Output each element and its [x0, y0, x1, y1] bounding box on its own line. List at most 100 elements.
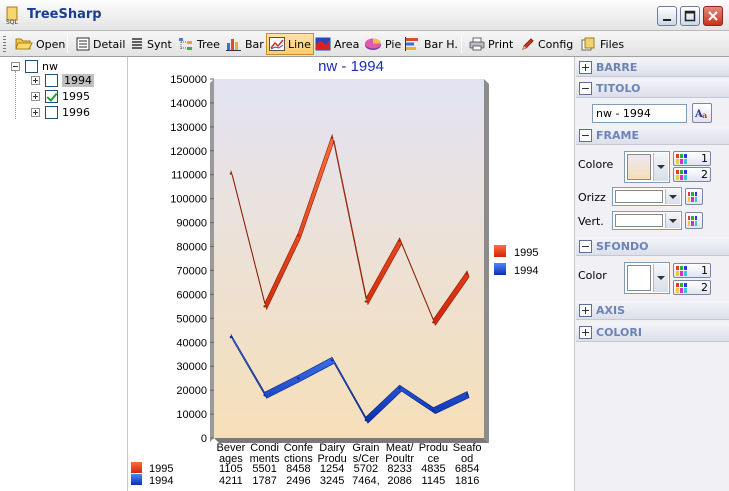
chart-title: nw - 1994 [318, 58, 384, 75]
data-table-swatch [131, 474, 142, 485]
color-label: Color [578, 269, 607, 282]
tree-node-1994[interactable]: 1994 [31, 73, 94, 88]
y-tick-label: 100000 [170, 194, 207, 206]
vertical-palette-button[interactable] [685, 212, 703, 229]
data-table-swatch [131, 462, 142, 473]
data-table-cell: 1816 [455, 475, 479, 487]
plot-area [214, 79, 484, 438]
legend-label: 1994 [514, 265, 538, 277]
y-tick-label: 20000 [176, 385, 207, 397]
open-button[interactable]: Open [12, 33, 68, 55]
palette-icon [676, 153, 687, 164]
tree-node-checkbox[interactable] [45, 74, 58, 87]
expand-icon[interactable] [31, 92, 40, 101]
colore-label: Colore [578, 158, 614, 171]
data-table-cell: 5501 [252, 463, 276, 475]
chevron-down-icon[interactable] [665, 213, 680, 228]
horizontal-bar-button[interactable]: Bar H. [402, 33, 461, 55]
x-axis: BeveragesCondimentsConfectionsDairyProdu… [217, 442, 482, 465]
close-button[interactable] [703, 6, 723, 26]
data-table-cell: 1254 [320, 463, 344, 475]
frame-color-1-button[interactable]: 1 [673, 151, 711, 166]
section-titolo[interactable]: TITOLO [576, 79, 729, 98]
tree-node-1995[interactable]: 1995 [31, 89, 90, 104]
data-table-series-label: 1995 [149, 463, 173, 475]
horizontal-color-combo[interactable] [612, 187, 682, 206]
series-point-1995 [465, 272, 469, 276]
series-point-1995 [229, 172, 233, 175]
chevron-down-icon[interactable] [653, 153, 668, 181]
frame-color-swatch [627, 154, 651, 180]
files-button[interactable]: Files [578, 33, 627, 55]
tree-root-checkbox[interactable] [25, 60, 38, 73]
line-chart-button[interactable]: Line [266, 33, 314, 55]
config-button[interactable]: Config [518, 33, 576, 55]
palette-icon [676, 265, 687, 276]
series-point-1994 [330, 359, 334, 362]
minimize-button[interactable] [657, 6, 677, 26]
maximize-button[interactable] [680, 6, 700, 26]
section-sfondo[interactable]: SFONDO [576, 237, 729, 256]
print-button[interactable]: Print [466, 33, 516, 55]
expand-icon[interactable] [579, 325, 592, 339]
tree-node-label: 1994 [62, 74, 94, 87]
data-table-cell: 8458 [286, 463, 310, 475]
expand-icon[interactable] [579, 60, 592, 74]
data-table-cell: 4835 [421, 463, 445, 475]
frame-color-2-button[interactable]: 2 [673, 167, 711, 182]
series-point-1994 [465, 393, 469, 396]
tree-button[interactable]: Tree [175, 33, 223, 55]
y-tick-label: 140000 [170, 98, 207, 110]
vertical-color-combo[interactable] [612, 211, 682, 230]
expand-icon[interactable] [31, 108, 40, 117]
background-color-combo[interactable] [624, 262, 670, 294]
section-colori[interactable]: COLORI [576, 323, 729, 342]
detail-button[interactable]: Detail [73, 33, 128, 55]
series-point-1994 [229, 336, 233, 339]
title-bar: SQL TreeSharp [0, 0, 729, 31]
expand-icon[interactable] [31, 76, 40, 85]
pie-chart-icon [365, 38, 381, 50]
data-table-cell: 1145 [422, 475, 446, 487]
vertical-color-swatch [615, 214, 663, 227]
tree-node-label: 1995 [62, 90, 90, 103]
data-table-cell: 4211 [219, 475, 243, 487]
tree-node-checkbox[interactable] [45, 90, 58, 103]
chevron-down-icon[interactable] [665, 189, 680, 204]
collapse-icon[interactable] [579, 128, 592, 142]
y-tick-label: 60000 [176, 289, 207, 301]
frame-color-combo[interactable] [624, 151, 670, 183]
font-button[interactable]: Aa [692, 103, 712, 123]
horizontal-palette-button[interactable] [685, 188, 703, 205]
section-axis[interactable]: AXIS [576, 301, 729, 320]
pencil-icon [522, 38, 534, 50]
area-chart-button[interactable]: Area [312, 33, 362, 55]
section-frame[interactable]: FRAME [576, 126, 729, 145]
collapse-icon[interactable] [11, 62, 20, 71]
chart-panel: nw - 1994 0 10000 20000 30000 40000 50000 6000… [129, 57, 574, 491]
bar-chart-button[interactable]: Bar [223, 33, 267, 55]
tree-node-checkbox[interactable] [45, 106, 58, 119]
series-point-1995 [432, 321, 435, 324]
plot-left-wall [210, 79, 214, 442]
series-point-1994 [398, 386, 401, 390]
background-color-1-button[interactable]: 1 [673, 263, 711, 278]
toolbar-grip[interactable] [3, 36, 6, 52]
pie-chart-button[interactable]: Pie [361, 33, 404, 55]
palette-icon [676, 169, 687, 180]
tree-node-root[interactable]: nw [11, 59, 58, 74]
series-point-1995 [330, 136, 334, 140]
collapse-icon[interactable] [579, 239, 592, 253]
legend-label: 1995 [514, 247, 538, 259]
background-color-2-button[interactable]: 2 [673, 280, 711, 295]
synt-button[interactable]: Synt [127, 33, 175, 55]
close-icon [708, 11, 718, 21]
title-input[interactable] [592, 104, 687, 123]
orizz-label: Orizz [578, 191, 606, 204]
tree-node-1996[interactable]: 1996 [31, 105, 90, 120]
collapse-icon[interactable] [579, 81, 592, 95]
y-tick-label: 120000 [170, 146, 207, 158]
chevron-down-icon[interactable] [653, 264, 668, 292]
section-barre[interactable]: BARRE [576, 58, 729, 77]
expand-icon[interactable] [579, 303, 592, 317]
